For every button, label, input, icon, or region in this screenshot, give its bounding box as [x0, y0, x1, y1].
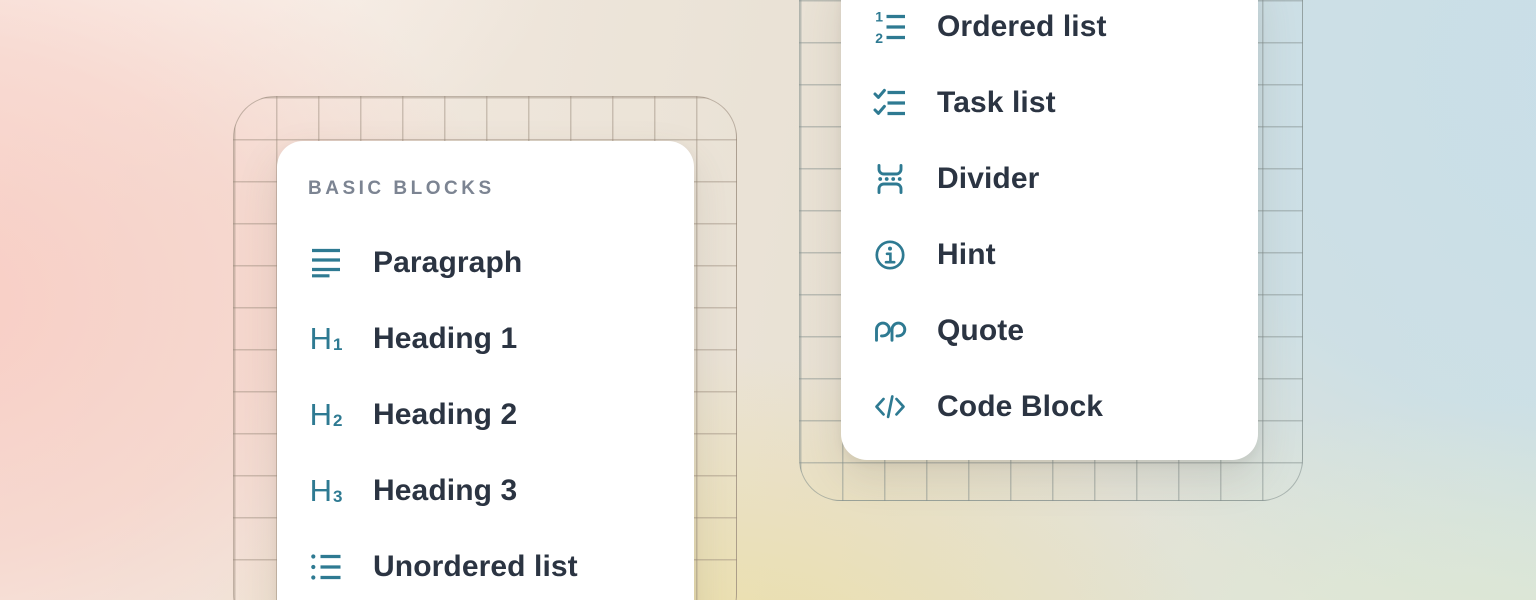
menu-item-label: Heading 1: [373, 322, 517, 356]
task-list-icon: [872, 85, 908, 121]
ordered-list-icon: 1 2: [872, 9, 908, 45]
menu-item-label: Quote: [937, 314, 1024, 348]
menu-item-hint[interactable]: Hint: [841, 217, 1258, 293]
block-menu-more-blocks: 1 2 Ordered list: [841, 0, 1258, 460]
menu-item-label: Paragraph: [373, 246, 522, 280]
menu-item-divider[interactable]: Divider: [841, 141, 1258, 217]
menu-item-ordered-list[interactable]: 1 2 Ordered list: [841, 0, 1258, 65]
heading-1-icon: H1: [308, 321, 344, 357]
menu-item-label: Divider: [937, 162, 1039, 196]
svg-text:1: 1: [875, 9, 883, 24]
paragraph-icon: [308, 245, 344, 281]
background-gradient: BASIC BLOCKS Paragraph H1 Heading 1 H2 H…: [0, 0, 1536, 600]
section-header: BASIC BLOCKS: [308, 177, 694, 201]
menu-item-label: Unordered list: [373, 550, 578, 584]
code-block-icon: [872, 389, 908, 425]
quote-icon: [872, 313, 908, 349]
svg-text:2: 2: [875, 30, 883, 45]
hint-icon: [872, 237, 908, 273]
menu-item-heading-3[interactable]: H3 Heading 3: [277, 453, 694, 529]
heading-2-icon: H2: [308, 397, 344, 433]
menu-item-code-block[interactable]: Code Block: [841, 369, 1258, 445]
menu-item-task-list[interactable]: Task list: [841, 65, 1258, 141]
menu-item-heading-2[interactable]: H2 Heading 2: [277, 377, 694, 453]
heading-3-icon: H3: [308, 473, 344, 509]
menu-item-label: Ordered list: [937, 10, 1107, 44]
menu-item-heading-1[interactable]: H1 Heading 1: [277, 301, 694, 377]
unordered-list-icon: [308, 549, 344, 585]
menu-item-label: Hint: [937, 238, 996, 272]
menu-item-label: Code Block: [937, 390, 1103, 424]
menu-item-label: Heading 2: [373, 398, 517, 432]
menu-item-label: Heading 3: [373, 474, 517, 508]
block-menu-basic-blocks: BASIC BLOCKS Paragraph H1 Heading 1 H2 H…: [277, 141, 694, 600]
menu-item-label: Task list: [937, 86, 1056, 120]
menu-item-unordered-list[interactable]: Unordered list: [277, 529, 694, 600]
menu-item-paragraph[interactable]: Paragraph: [277, 225, 694, 301]
divider-icon: [872, 161, 908, 197]
menu-item-quote[interactable]: Quote: [841, 293, 1258, 369]
